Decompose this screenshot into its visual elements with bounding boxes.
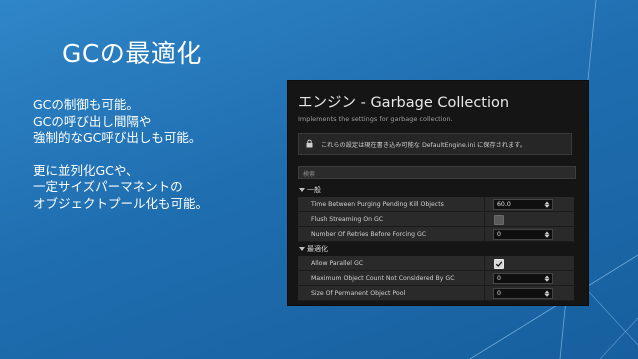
number-value: 0: [497, 289, 501, 297]
slide-title: GCの最適化: [62, 39, 202, 68]
bullet-line: 一定サイズパーマネントの: [33, 179, 183, 194]
spin-arrows-icon[interactable]: [544, 231, 550, 238]
column-divider: [484, 212, 485, 226]
bullet-line: 更に並列化GCや、: [33, 162, 139, 178]
notice-text: これらの設定は現在書き込み可能な DefaultEngine.ini に保存され…: [321, 142, 526, 149]
setting-row-allow-parallel-gc: Allow Parallel GC: [298, 256, 574, 271]
panel-title: エンジン - Garbage Collection: [298, 95, 510, 111]
number-value: 60.0: [497, 200, 511, 208]
chevron-down-icon: [299, 188, 305, 192]
setting-name: Flush Streaming On GC: [311, 216, 384, 223]
setting-row-flush-streaming: Flush Streaming On GC: [298, 212, 574, 227]
setting-row-max-object-count: Maximum Object Count Not Considered By G…: [298, 271, 574, 286]
column-divider: [484, 256, 485, 270]
number-value: 0: [497, 274, 501, 282]
bullet-line: オブジェクトプール化も可能。: [33, 195, 209, 211]
setting-name: Number Of Retries Before Forcing GC: [311, 231, 427, 238]
checkmark-icon: [495, 261, 503, 267]
engine-settings-panel: エンジン - Garbage Collection Implements the…: [288, 81, 588, 305]
bullet-line: GCの呼び出し間隔や: [33, 113, 152, 129]
column-divider: [484, 197, 485, 211]
bullet-line: 強制的なGC呼び出しも可能。: [33, 130, 202, 145]
spin-arrows-icon[interactable]: [544, 290, 550, 297]
category-label: 一般: [307, 186, 321, 194]
search-placeholder: 検索: [303, 170, 316, 178]
bullet-line: GCの制御も可能。: [33, 97, 139, 112]
number-field[interactable]: 60.0: [493, 199, 553, 210]
column-divider: [484, 227, 485, 241]
column-divider: [484, 286, 485, 300]
setting-row-time-between-purging: Time Between Purging Pending Kill Object…: [298, 197, 574, 212]
number-field[interactable]: 0: [493, 288, 553, 299]
setting-name: Allow Parallel GC: [311, 260, 364, 267]
config-notice: これらの設定は現在書き込み可能な DefaultEngine.ini に保存され…: [298, 133, 572, 155]
column-divider: [484, 271, 485, 285]
setting-row-permanent-pool-size: Size Of Permanent Object Pool 0: [298, 286, 574, 301]
number-value: 0: [497, 230, 501, 238]
number-field[interactable]: 0: [493, 229, 553, 240]
setting-row-retries-before-forcing: Number Of Retries Before Forcing GC 0: [298, 227, 574, 242]
chevron-down-icon: [299, 247, 305, 251]
panel-subtitle: Implements the settings for garbage coll…: [298, 115, 453, 123]
setting-name: Size Of Permanent Object Pool: [311, 290, 406, 297]
setting-name: Time Between Purging Pending Kill Object…: [311, 201, 444, 208]
flush-streaming-checkbox[interactable]: [494, 215, 504, 225]
setting-name: Maximum Object Count Not Considered By G…: [311, 275, 455, 282]
lock-icon: [306, 139, 313, 148]
category-general[interactable]: 一般: [298, 185, 574, 196]
spin-arrows-icon[interactable]: [544, 275, 550, 282]
number-field[interactable]: 0: [493, 273, 553, 284]
category-label: 最適化: [307, 245, 328, 253]
search-input[interactable]: 検索: [298, 166, 576, 179]
bullet-spacer: [33, 147, 273, 163]
category-optimization[interactable]: 最適化: [298, 244, 574, 255]
bullet-text: GCの制御も可能。 GCの呼び出し間隔や 強制的なGC呼び出しも可能。 更に並列…: [33, 97, 273, 212]
allow-parallel-gc-checkbox[interactable]: [494, 259, 504, 269]
spin-arrows-icon[interactable]: [544, 201, 550, 208]
